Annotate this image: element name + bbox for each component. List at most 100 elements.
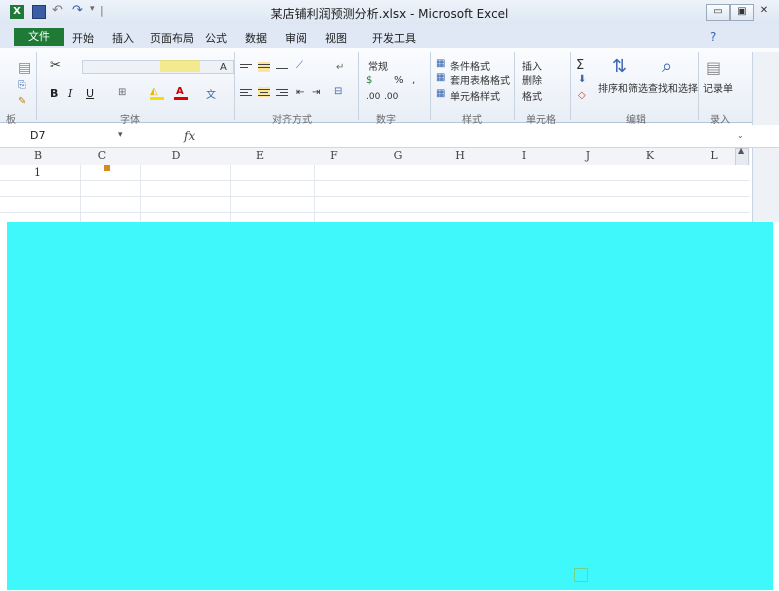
font-color-icon[interactable]: A bbox=[176, 86, 184, 97]
bold-button[interactable]: B bbox=[50, 87, 58, 100]
currency-icon[interactable]: $ bbox=[366, 75, 372, 86]
percent-button[interactable]: % bbox=[394, 75, 404, 86]
comma-button[interactable]: , bbox=[412, 75, 415, 86]
name-box-dropdown-icon[interactable]: ▾ bbox=[118, 130, 123, 140]
cell-image-icon bbox=[104, 165, 110, 171]
cut-icon[interactable]: ✂ bbox=[50, 58, 61, 73]
tab-data[interactable]: 数据 bbox=[245, 30, 267, 46]
tab-insert[interactable]: 插入 bbox=[112, 30, 134, 46]
align-right-icon[interactable] bbox=[276, 87, 288, 97]
column-header[interactable]: C bbox=[82, 149, 122, 162]
align-top-icon[interactable] bbox=[240, 62, 252, 72]
delete-cells-button[interactable]: 删除 bbox=[522, 72, 542, 87]
grid-line bbox=[80, 165, 81, 223]
sort-filter-icon[interactable]: ⇅ bbox=[612, 56, 627, 77]
align-center-icon[interactable] bbox=[258, 87, 270, 97]
column-header[interactable]: B bbox=[18, 149, 58, 162]
record-form-button[interactable]: 记录单 bbox=[703, 80, 733, 95]
tab-view[interactable]: 视图 bbox=[325, 30, 347, 46]
column-header[interactable]: D bbox=[156, 149, 196, 162]
decrease-decimal-button[interactable]: .00 bbox=[384, 92, 398, 102]
column-header[interactable]: F bbox=[314, 149, 354, 162]
sort-filter-button[interactable]: 排序和筛选 bbox=[598, 80, 648, 95]
align-bottom-icon[interactable] bbox=[276, 62, 288, 72]
column-header[interactable]: L bbox=[694, 149, 734, 162]
name-box[interactable]: D7 bbox=[30, 128, 130, 144]
tab-review[interactable]: 审阅 bbox=[285, 30, 307, 46]
help-icon[interactable]: ? bbox=[710, 30, 716, 44]
column-header[interactable]: J bbox=[568, 149, 608, 162]
format-cells-button[interactable]: 格式 bbox=[522, 88, 542, 103]
align-left-icon[interactable] bbox=[240, 87, 252, 97]
wrap-text-icon[interactable]: ↵ bbox=[336, 62, 344, 73]
window-title: 某店铺利润预测分析.xlsx - Microsoft Excel bbox=[270, 7, 509, 21]
overlay-marker-icon bbox=[574, 568, 588, 582]
grid-line bbox=[0, 196, 750, 197]
font-name-box[interactable] bbox=[82, 60, 234, 74]
insert-function-icon[interactable]: fx bbox=[184, 129, 195, 143]
group-separator bbox=[358, 52, 359, 120]
format-painter-icon[interactable]: ✎ bbox=[18, 96, 26, 107]
border-icon[interactable]: ⊞ bbox=[118, 87, 126, 98]
fill-color-icon[interactable]: ◭ bbox=[150, 86, 158, 97]
tab-page-layout[interactable]: 页面布局 bbox=[150, 30, 194, 46]
align-middle-icon[interactable] bbox=[258, 62, 270, 72]
italic-button[interactable]: I bbox=[68, 87, 72, 100]
restore-button[interactable]: ▣ bbox=[730, 4, 754, 21]
worksheet-grid[interactable] bbox=[0, 165, 750, 223]
underline-button[interactable]: U bbox=[86, 87, 94, 100]
grid-line bbox=[140, 165, 141, 223]
grid-line bbox=[0, 180, 750, 181]
column-header[interactable]: G bbox=[378, 149, 418, 162]
increase-indent-icon[interactable]: ⇥ bbox=[312, 87, 320, 98]
find-select-icon[interactable]: ⌕ bbox=[662, 56, 672, 77]
column-header[interactable]: I bbox=[504, 149, 544, 162]
column-header[interactable]: H bbox=[440, 149, 480, 162]
insert-cells-button[interactable]: 插入 bbox=[522, 58, 542, 73]
cyan-overlay bbox=[7, 222, 773, 590]
fill-icon[interactable]: ⬇ bbox=[578, 74, 586, 85]
formula-input[interactable] bbox=[200, 127, 730, 145]
group-separator bbox=[36, 52, 37, 120]
tab-developer[interactable]: 开发工具 bbox=[372, 30, 416, 46]
tab-file[interactable]: 文件 bbox=[14, 28, 64, 46]
merge-center-icon[interactable]: ⊟ bbox=[334, 86, 342, 97]
number-format-select[interactable]: 常规 bbox=[368, 58, 388, 73]
phonetic-icon[interactable]: 文 bbox=[206, 86, 216, 101]
close-button[interactable]: ✕ bbox=[754, 4, 774, 19]
group-label-font: 字体 bbox=[120, 115, 140, 126]
clear-icon[interactable]: ◇ bbox=[578, 90, 586, 101]
cell-b1[interactable]: 1 bbox=[34, 166, 41, 179]
decrease-indent-icon[interactable]: ⇤ bbox=[296, 87, 304, 98]
group-separator bbox=[514, 52, 515, 120]
autosum-icon[interactable]: Σ bbox=[576, 58, 584, 73]
scroll-up-icon[interactable]: ▲ bbox=[738, 146, 744, 155]
expand-formula-icon[interactable]: ⌄ bbox=[737, 131, 744, 140]
conditional-format-icon[interactable]: ▦ bbox=[436, 58, 445, 69]
grid-line bbox=[314, 165, 315, 223]
orientation-icon[interactable]: ⟋ bbox=[296, 60, 303, 71]
group-label-editing: 编辑 bbox=[626, 115, 646, 126]
copy-icon[interactable]: ⎘ bbox=[18, 80, 26, 91]
table-format-icon[interactable]: ▦ bbox=[436, 72, 445, 83]
record-form-icon[interactable]: ▤ bbox=[706, 58, 721, 77]
font-size-box[interactable] bbox=[160, 60, 200, 72]
find-select-button[interactable]: 查找和选择 bbox=[648, 80, 698, 95]
increase-decimal-button[interactable]: .00 bbox=[366, 92, 380, 102]
conditional-format-button[interactable]: 条件格式 bbox=[450, 58, 490, 73]
tab-formulas[interactable]: 公式 bbox=[205, 30, 227, 46]
grid-line bbox=[230, 165, 231, 223]
minimize-button[interactable]: ▭ bbox=[706, 4, 730, 21]
paste-icon[interactable]: ▤ bbox=[18, 60, 31, 76]
format-as-table-button[interactable]: 套用表格格式 bbox=[450, 72, 510, 87]
group-separator bbox=[234, 52, 235, 120]
group-label-number: 数字 bbox=[376, 115, 396, 126]
cell-style-icon[interactable]: ▦ bbox=[436, 88, 445, 99]
grow-font-icon[interactable]: A bbox=[220, 62, 227, 73]
tab-home[interactable]: 开始 bbox=[72, 30, 94, 46]
group-label-styles: 样式 bbox=[462, 115, 482, 126]
column-header[interactable]: E bbox=[240, 149, 280, 162]
cell-styles-button[interactable]: 单元格样式 bbox=[450, 88, 500, 103]
font-color-bar bbox=[174, 97, 188, 100]
column-header[interactable]: K bbox=[630, 149, 670, 162]
